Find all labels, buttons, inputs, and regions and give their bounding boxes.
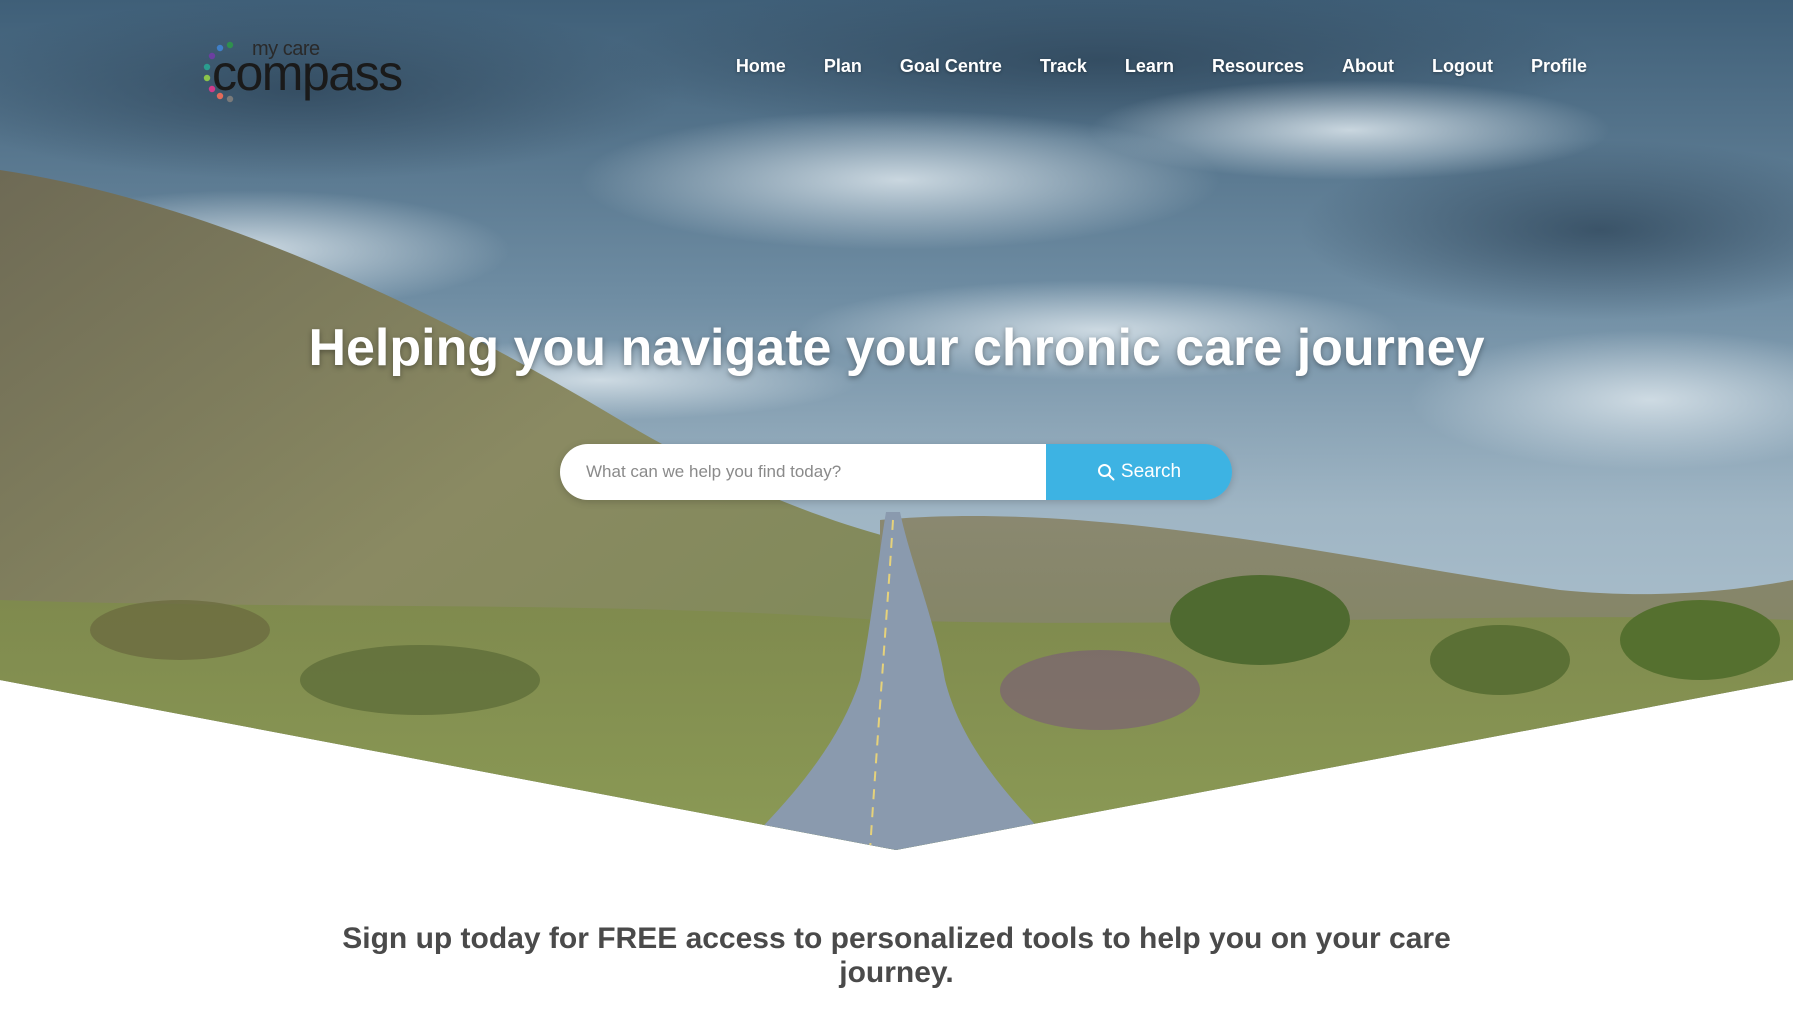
search-button[interactable]: Search [1046,444,1232,500]
site-logo[interactable]: my care compass [196,38,436,110]
nav-track[interactable]: Track [1040,56,1087,77]
nav-learn[interactable]: Learn [1125,56,1174,77]
signup-message: Sign up today for FREE access to persona… [342,922,1451,989]
search-button-label: Search [1120,461,1182,482]
nav-goal-centre[interactable]: Goal Centre [900,56,1002,77]
logo-large-text: compass [212,45,403,101]
search-bar: Search [560,444,1232,500]
nav-resources[interactable]: Resources [1212,56,1304,77]
nav-home[interactable]: Home [736,56,786,77]
nav-plan[interactable]: Plan [824,56,862,77]
hero-banner: my care compass Home Plan Goal Centre Tr… [0,0,1793,850]
nav-logout[interactable]: Logout [1432,56,1493,77]
main-nav: Home Plan Goal Centre Track Learn Resour… [736,56,1587,77]
search-input[interactable] [560,444,1046,500]
nav-about[interactable]: About [1342,56,1394,77]
hero-title: Helping you navigate your chronic care j… [308,319,1485,377]
nav-profile[interactable]: Profile [1531,56,1587,77]
search-icon [1097,464,1115,481]
hero-background-image [0,0,1793,850]
